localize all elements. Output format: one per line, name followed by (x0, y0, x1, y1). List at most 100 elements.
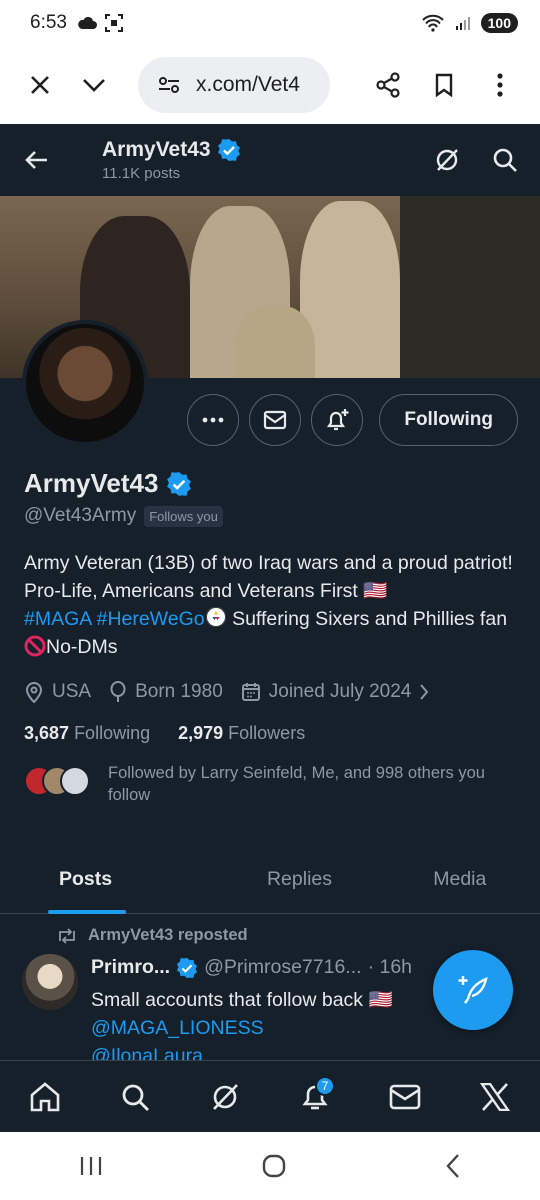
site-settings-icon (159, 77, 179, 93)
following-count-link[interactable]: 3,687 Following (24, 723, 150, 744)
chevron-down-icon (83, 79, 105, 92)
close-icon (31, 76, 49, 94)
reposted-by-text: ArmyVet43 reposted (88, 926, 248, 944)
post-author-avatar[interactable] (22, 954, 78, 1010)
compose-post-button[interactable] (433, 950, 513, 1030)
grok-icon (213, 1083, 238, 1110)
header-name: ArmyVet43 (102, 138, 211, 161)
cloud-icon (78, 16, 97, 29)
followers-count: 2,979 (178, 723, 224, 743)
bio-text: Suffering Sixers and Phillies fan (226, 608, 508, 630)
share-icon (376, 72, 400, 98)
grok-icon[interactable] (434, 147, 460, 173)
battery-indicator: 100 (480, 13, 518, 33)
nav-home[interactable] (15, 1067, 75, 1127)
profile-meta: USA Born 1980 Joined July 2024 (24, 681, 524, 703)
screenshot-icon (104, 14, 123, 32)
followed-by-link[interactable]: Followed by Larry Seinfeld, Me, and 998 … (24, 762, 524, 806)
mention-link[interactable]: @IlonaLaura (91, 1042, 393, 1060)
hashtag-link[interactable]: #HereWeGo (97, 608, 205, 630)
birth-text: Born 1980 (135, 681, 223, 702)
feather-plus-icon (458, 976, 488, 1004)
notifications-toggle-button[interactable] (311, 394, 364, 446)
browser-menu-button[interactable] (478, 63, 522, 107)
follows-you-badge: Follows you (144, 505, 223, 527)
repost-icon (59, 927, 75, 944)
followers-label: Followers (228, 723, 306, 743)
close-tab-button[interactable] (18, 63, 62, 107)
search-icon[interactable] (492, 147, 518, 173)
url-text: x.com/Vet4 (196, 73, 300, 96)
location-text: USA (52, 681, 92, 702)
post-author-handle: @Primrose7716... (204, 956, 362, 978)
joined-text: Joined July 2024 (268, 681, 412, 702)
status-bar: 6:53 100 (0, 0, 540, 46)
signal-icon (455, 17, 470, 30)
envelope-icon (389, 1084, 421, 1109)
message-button[interactable] (249, 394, 302, 446)
verified-badge-icon (177, 957, 198, 978)
nav-messages[interactable] (375, 1067, 435, 1127)
following-button[interactable]: Following (379, 394, 518, 446)
profile-handle: @Vet43Army (24, 505, 137, 526)
nav-search[interactable] (105, 1067, 165, 1127)
profile-header: ArmyVet43 11.1K posts (0, 124, 540, 196)
bell-plus-icon (327, 409, 349, 431)
recents-icon[interactable] (79, 1155, 103, 1177)
more-horizontal-icon (202, 417, 224, 423)
tab-posts[interactable]: Posts (0, 846, 219, 914)
home-button-icon[interactable] (261, 1153, 287, 1179)
mini-avatar (60, 766, 90, 796)
posts-count: 11.1K posts (102, 165, 181, 182)
nav-notifications[interactable]: 7 (285, 1067, 345, 1127)
profile-tabs: Posts Replies Media (0, 846, 540, 914)
url-bar[interactable]: x.com/Vet4 (138, 57, 330, 113)
browser-toolbar: x.com/Vet4 (0, 46, 540, 124)
nav-grok[interactable] (195, 1067, 255, 1127)
profile-info: ArmyVet43 @Vet43Army Follows you Army Ve… (24, 468, 524, 806)
banner-figure (235, 306, 315, 378)
bottom-navigation: 7 (0, 1060, 540, 1132)
back-button[interactable] (0, 124, 74, 196)
prohibited-icon (24, 635, 46, 657)
nav-x[interactable] (465, 1067, 525, 1127)
verified-badge-icon (167, 471, 192, 496)
balloon-icon (110, 681, 126, 702)
post-time: · 16h (367, 956, 413, 978)
followed-by-text: Followed by Larry Seinfeld, Me, and 998 … (108, 764, 485, 804)
followers-count-link[interactable]: 2,979 Followers (178, 723, 305, 744)
following-label: Following (74, 723, 151, 743)
follow-counts: 3,687 Following 2,979 Followers (24, 723, 524, 744)
profile-actions: Following (187, 394, 518, 446)
verified-badge-icon (217, 139, 240, 161)
profile-bio: Army Veteran (13B) of two Iraq wars and … (24, 549, 524, 661)
home-icon (30, 1081, 60, 1111)
back-icon[interactable] (445, 1153, 461, 1179)
share-button[interactable] (366, 63, 410, 107)
banner-figure (400, 196, 540, 378)
post-text: Small accounts that follow back 🇺🇸 (91, 989, 393, 1011)
profile-display-name: ArmyVet43 (24, 468, 159, 498)
profile-avatar[interactable] (22, 320, 148, 446)
tab-media[interactable]: Media (380, 846, 540, 913)
envelope-icon (264, 410, 287, 430)
minimize-button[interactable] (72, 63, 116, 107)
wifi-icon (421, 14, 444, 32)
mention-link[interactable]: @MAGA_LIONESS (91, 1014, 393, 1042)
joined-date-link[interactable]: Joined July 2024 (241, 681, 430, 703)
bio-text: No-DMs (46, 636, 118, 658)
steelers-logo-icon (205, 607, 226, 627)
banner-figure (300, 201, 400, 378)
bookmark-button[interactable] (422, 63, 466, 107)
location-pin-icon (25, 682, 43, 703)
post-author-name[interactable]: Primro... (91, 956, 170, 979)
x-logo-icon (480, 1082, 510, 1111)
hashtag-link[interactable]: #MAGA (24, 608, 91, 630)
more-options-button[interactable] (187, 394, 240, 446)
more-vertical-icon (497, 73, 503, 97)
status-time: 6:53 (30, 12, 67, 33)
tab-replies[interactable]: Replies (219, 846, 379, 913)
system-navigation-bar (0, 1132, 540, 1200)
bio-text: Army Veteran (13B) of two Iraq wars and … (24, 552, 513, 602)
arrow-left-icon (25, 151, 47, 169)
